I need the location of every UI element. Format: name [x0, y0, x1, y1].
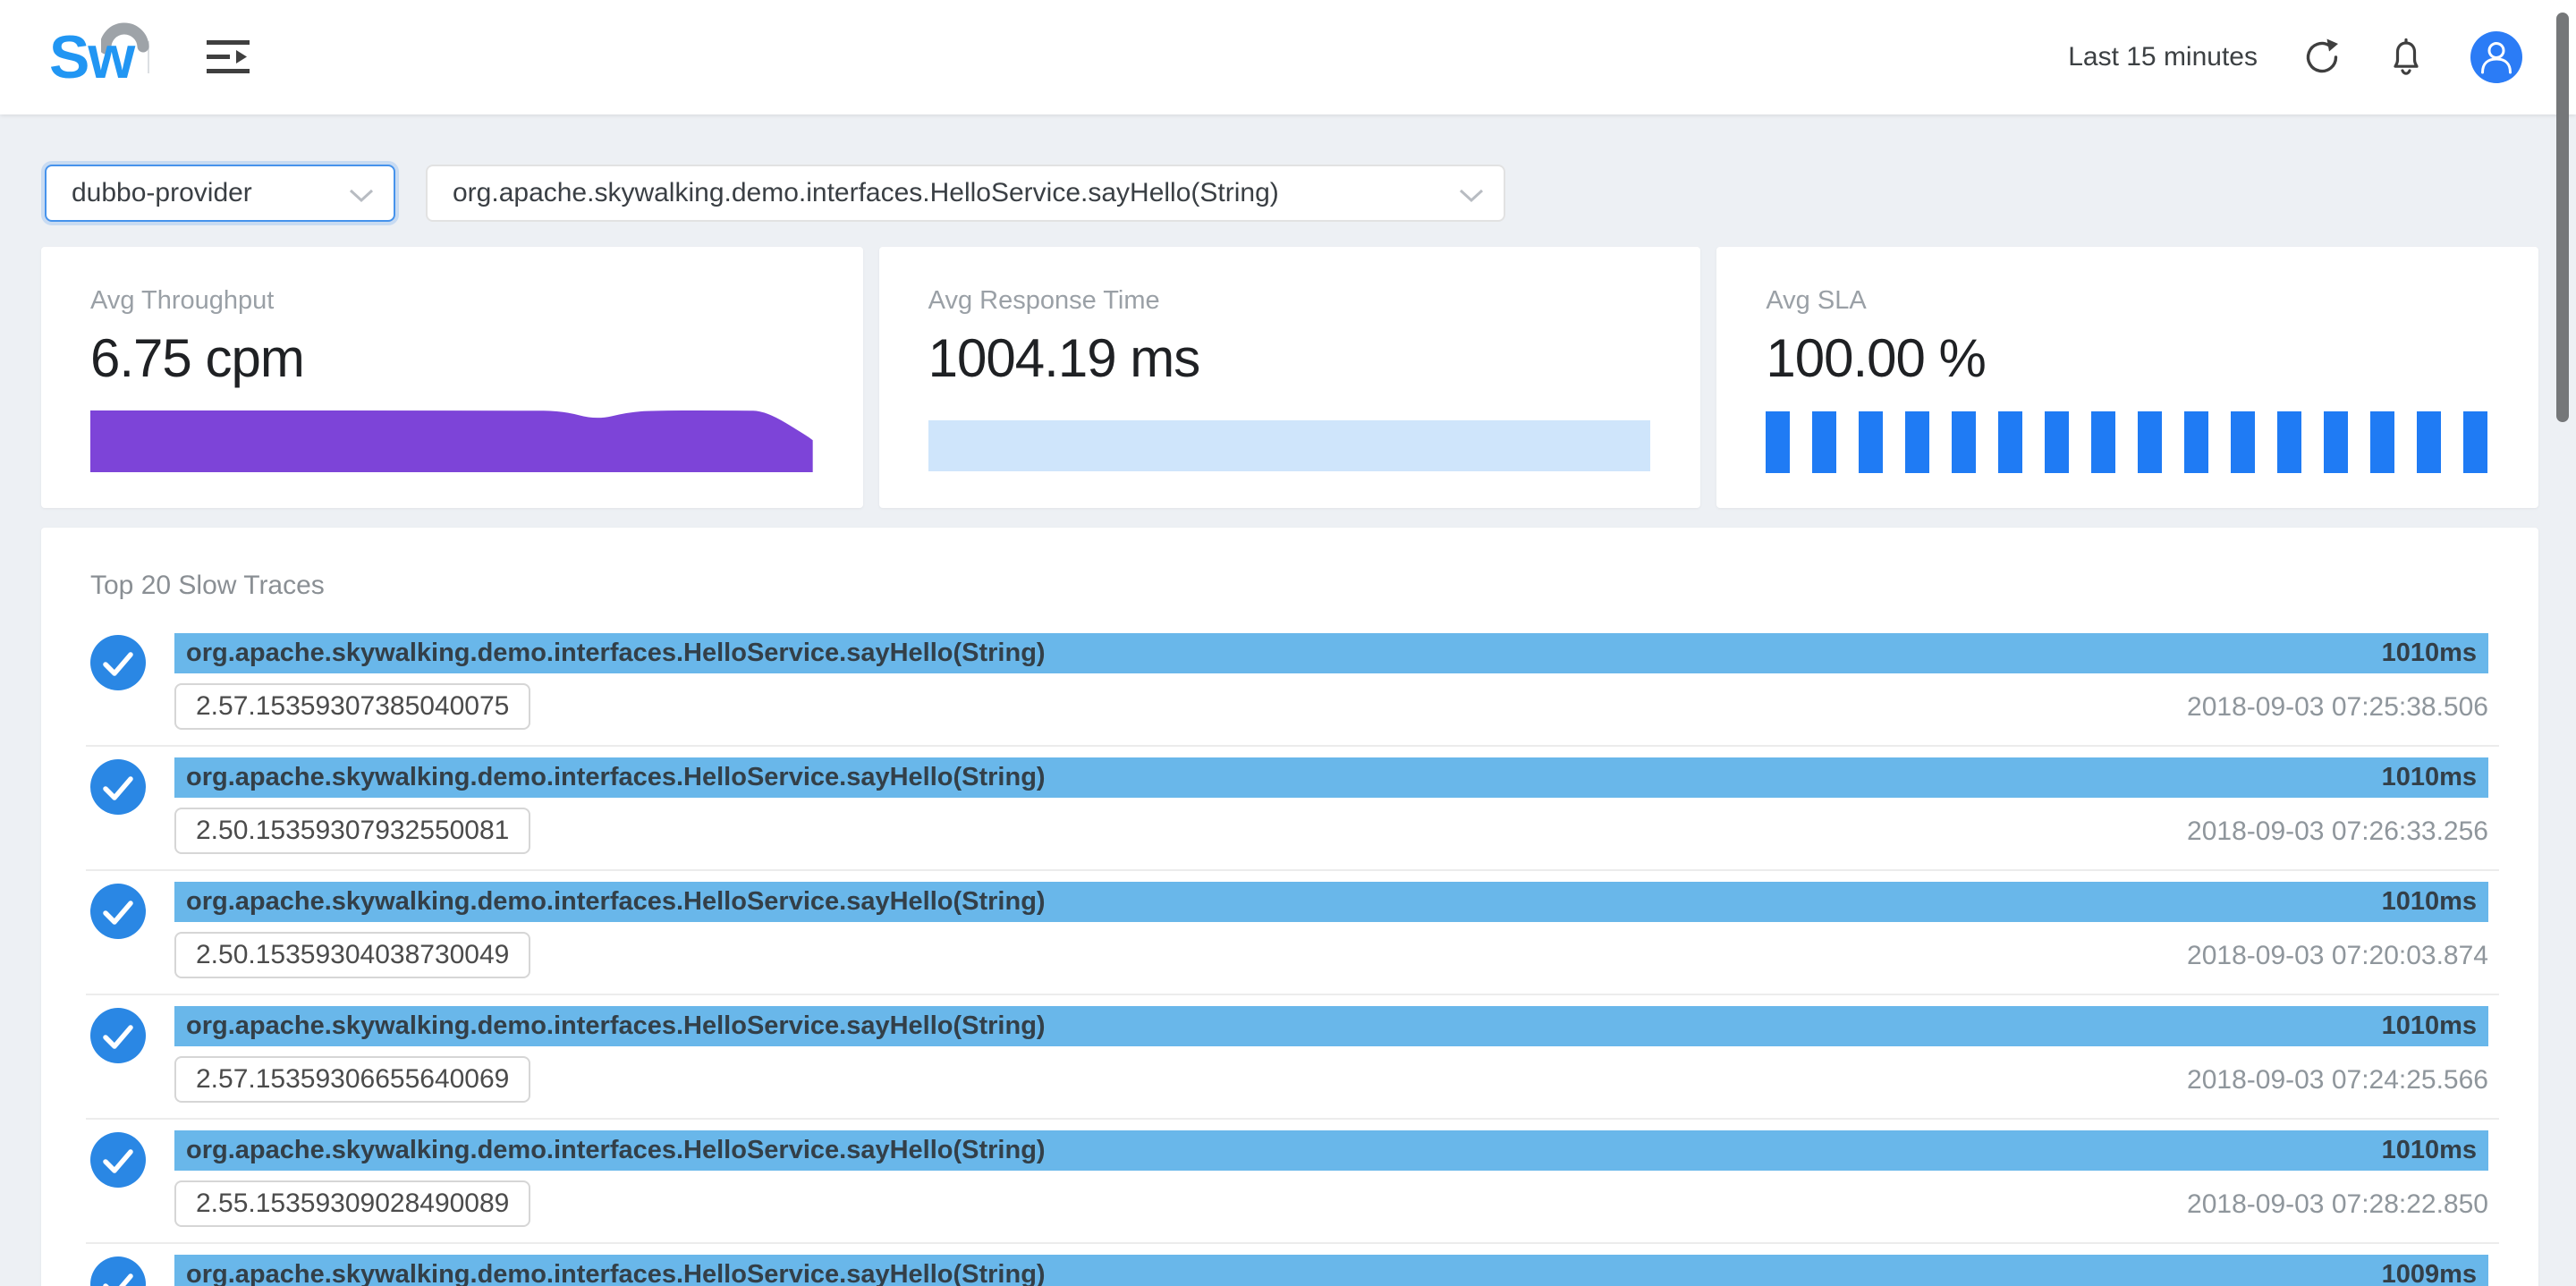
menu-unfold-button[interactable]: [207, 37, 253, 78]
chevron-down-icon: [349, 189, 374, 203]
app-header: Sw Last 15 minutes: [0, 0, 2576, 114]
service-select[interactable]: dubbo-provider: [45, 165, 395, 222]
trace-endpoint: org.apache.skywalking.demo.interfaces.He…: [186, 763, 1046, 792]
refresh-icon: [2302, 38, 2342, 77]
trace-id-pill: 2.57.15359306655640069: [174, 1056, 530, 1103]
person-icon: [2470, 31, 2522, 83]
trace-bar[interactable]: org.apache.skywalking.demo.interfaces.He…: [174, 757, 2488, 798]
trace-endpoint: org.apache.skywalking.demo.interfaces.He…: [186, 1260, 1046, 1286]
trace-success-badge: [90, 635, 146, 690]
card-avg-throughput: Avg Throughput 6.75 cpm: [41, 247, 863, 508]
card-value: 1004.19 ms: [928, 327, 1200, 389]
trace-row: org.apache.skywalking.demo.interfaces.He…: [41, 869, 2538, 994]
trace-list: org.apache.skywalking.demo.interfaces.He…: [41, 621, 2538, 1286]
sla-bar-chart: [1766, 411, 2488, 473]
trace-duration: 1010ms: [2382, 1011, 2477, 1041]
skywalking-logo[interactable]: Sw: [49, 27, 133, 88]
metric-cards-row: Avg Throughput 6.75 cpm Avg Response Tim…: [41, 247, 2538, 508]
response-time-area-chart: [928, 420, 1651, 471]
trace-duration: 1010ms: [2382, 763, 2477, 792]
trace-endpoint: org.apache.skywalking.demo.interfaces.He…: [186, 639, 1046, 668]
filter-row: dubbo-provider org.apache.skywalking.dem…: [45, 165, 2538, 222]
trace-bar[interactable]: org.apache.skywalking.demo.interfaces.He…: [174, 633, 2488, 673]
logo-text: Sw: [49, 23, 133, 91]
check-icon: [90, 635, 146, 690]
menu-unfold-icon: [207, 37, 253, 78]
header-left: Sw: [49, 0, 253, 114]
chevron-down-icon: [1459, 189, 1484, 203]
trace-id-pill: 2.55.15359309028490089: [174, 1180, 530, 1227]
trace-bar[interactable]: org.apache.skywalking.demo.interfaces.He…: [174, 1006, 2488, 1046]
trace-timestamp: 2018-09-03 07:28:22.850: [2187, 1189, 2488, 1220]
trace-duration: 1010ms: [2382, 887, 2477, 917]
card-label: Avg Throughput: [90, 286, 274, 316]
trace-row: org.apache.skywalking.demo.interfaces.He…: [41, 1118, 2538, 1242]
card-avg-sla: Avg SLA 100.00 %: [1716, 247, 2538, 508]
traces-title: Top 20 Slow Traces: [90, 571, 2538, 601]
user-avatar[interactable]: [2470, 31, 2522, 83]
header-right: Last 15 minutes: [2068, 0, 2522, 114]
endpoint-select-value: org.apache.skywalking.demo.interfaces.He…: [453, 178, 1279, 208]
trace-endpoint: org.apache.skywalking.demo.interfaces.He…: [186, 1136, 1046, 1165]
trace-success-badge: [90, 759, 146, 815]
trace-duration: 1009ms: [2382, 1260, 2477, 1286]
service-select-value: dubbo-provider: [72, 178, 252, 208]
trace-timestamp: 2018-09-03 07:25:38.506: [2187, 692, 2488, 723]
check-icon: [90, 1256, 146, 1286]
trace-endpoint: org.apache.skywalking.demo.interfaces.He…: [186, 887, 1046, 917]
trace-id-pill: 2.57.15359307385040075: [174, 683, 530, 730]
trace-success-badge: [90, 1008, 146, 1063]
trace-success-badge: [90, 884, 146, 939]
throughput-area-chart: [90, 410, 813, 472]
card-value: 100.00 %: [1766, 327, 1986, 389]
page-scrollbar-thumb[interactable]: [2556, 13, 2569, 422]
check-icon: [90, 759, 146, 815]
traces-panel: Top 20 Slow Traces org.apache.skywalking…: [41, 528, 2538, 1286]
trace-success-badge: [90, 1132, 146, 1188]
trace-bar[interactable]: org.apache.skywalking.demo.interfaces.He…: [174, 1255, 2488, 1286]
trace-id-pill: 2.50.15359307932550081: [174, 808, 530, 854]
trace-success-badge: [90, 1256, 146, 1286]
trace-row: org.apache.skywalking.demo.interfaces.He…: [41, 621, 2538, 745]
trace-timestamp: 2018-09-03 07:20:03.874: [2187, 941, 2488, 971]
notifications-button[interactable]: [2386, 36, 2426, 79]
trace-bar[interactable]: org.apache.skywalking.demo.interfaces.He…: [174, 1130, 2488, 1171]
refresh-button[interactable]: [2302, 38, 2342, 77]
time-range-label[interactable]: Last 15 minutes: [2068, 42, 2258, 72]
check-icon: [90, 1132, 146, 1188]
trace-endpoint: org.apache.skywalking.demo.interfaces.He…: [186, 1011, 1046, 1041]
trace-id-pill: 2.50.15359304038730049: [174, 932, 530, 978]
check-icon: [90, 1008, 146, 1063]
card-label: Avg Response Time: [928, 286, 1160, 316]
check-icon: [90, 884, 146, 939]
bell-icon: [2386, 36, 2426, 79]
trace-row: org.apache.skywalking.demo.interfaces.He…: [41, 994, 2538, 1118]
card-avg-response-time: Avg Response Time 1004.19 ms: [879, 247, 1701, 508]
card-label: Avg SLA: [1766, 286, 1866, 316]
trace-duration: 1010ms: [2382, 1136, 2477, 1165]
trace-row: org.apache.skywalking.demo.interfaces.He…: [41, 745, 2538, 869]
trace-duration: 1010ms: [2382, 639, 2477, 668]
trace-bar[interactable]: org.apache.skywalking.demo.interfaces.He…: [174, 882, 2488, 922]
trace-timestamp: 2018-09-03 07:24:25.566: [2187, 1065, 2488, 1096]
card-value: 6.75 cpm: [90, 327, 304, 389]
trace-timestamp: 2018-09-03 07:26:33.256: [2187, 816, 2488, 847]
trace-row: org.apache.skywalking.demo.interfaces.He…: [41, 1242, 2538, 1286]
endpoint-select[interactable]: org.apache.skywalking.demo.interfaces.He…: [426, 165, 1505, 222]
